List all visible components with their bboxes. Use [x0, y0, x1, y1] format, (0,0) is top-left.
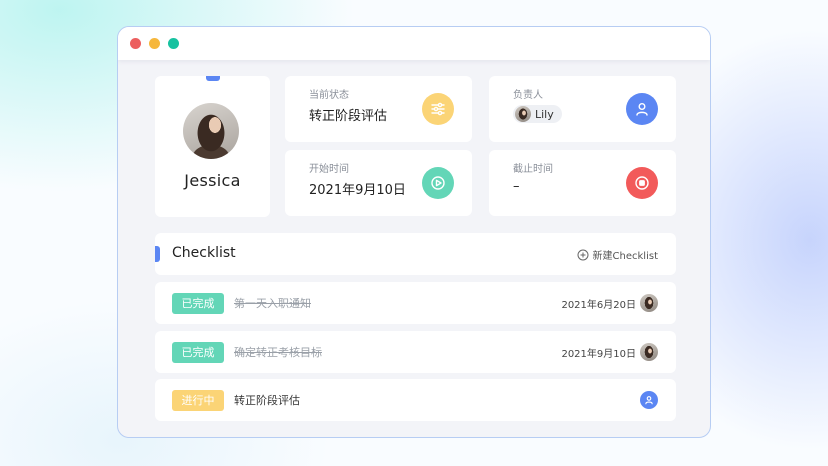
deadline-card: 截止时间 – [489, 150, 676, 216]
checklist-accent-bar [155, 246, 160, 262]
start-button[interactable] [422, 167, 454, 199]
new-checklist-label: 新建Checklist [592, 251, 658, 262]
task-title: 转正阶段评估 [234, 394, 300, 407]
window-titlebar [118, 27, 710, 60]
user-icon [636, 103, 648, 116]
maximize-window-button[interactable] [168, 38, 179, 49]
profile-card-tab [206, 76, 220, 81]
task-assignee-button[interactable] [640, 391, 658, 409]
task-title: 确定转正考核目标 [234, 346, 322, 359]
task-date: 2021年6月20日 [561, 300, 636, 311]
start-time-value: 2021年9月10日 [309, 183, 406, 198]
start-time-card: 开始时间 2021年9月10日 [285, 150, 472, 216]
profile-card: Jessica [155, 76, 270, 217]
deadline-value: – [513, 179, 520, 194]
user-icon [645, 396, 653, 405]
deadline-label: 截止时间 [513, 164, 553, 175]
close-window-button[interactable] [130, 38, 141, 49]
owner-avatar [515, 106, 531, 122]
status-card: 当前状态 转正阶段评估 [285, 76, 472, 142]
new-checklist-button[interactable]: 新建Checklist [577, 247, 658, 262]
task-row[interactable]: 进行中 转正阶段评估 [155, 379, 676, 421]
deadline-button[interactable] [626, 167, 658, 199]
task-row[interactable]: 已完成 确定转正考核目标 2021年9月10日 [155, 331, 676, 373]
owner-button[interactable] [626, 93, 658, 125]
profile-name: Jessica [184, 171, 241, 190]
owner-label: 负责人 [513, 90, 543, 101]
checklist-header: Checklist 新建Checklist [155, 233, 676, 275]
start-time-label: 开始时间 [309, 164, 349, 175]
owner-chip[interactable]: Lily [513, 105, 562, 123]
checklist-title: Checklist [172, 245, 236, 261]
owner-name: Lily [535, 107, 554, 121]
task-assignee-avatar [640, 343, 658, 361]
plus-circle-icon [577, 249, 589, 260]
owner-card: 负责人 Lily [489, 76, 676, 142]
profile-avatar [183, 103, 239, 159]
play-icon [431, 176, 445, 190]
task-status-badge: 已完成 [172, 293, 224, 314]
task-date: 2021年9月10日 [561, 349, 636, 360]
status-button[interactable] [422, 93, 454, 125]
minimize-window-button[interactable] [149, 38, 160, 49]
status-label: 当前状态 [309, 90, 349, 101]
task-row[interactable]: 已完成 第一天入职通知 2021年6月20日 [155, 282, 676, 324]
status-value: 转正阶段评估 [309, 109, 388, 124]
app-window: Jessica 当前状态 转正阶段评估 负责人 Lily 开始时间 2021年9… [117, 26, 711, 438]
sliders-icon [431, 102, 445, 116]
task-status-badge: 已完成 [172, 342, 224, 363]
task-status-badge: 进行中 [172, 390, 224, 411]
task-title: 第一天入职通知 [234, 297, 311, 310]
stop-icon [635, 176, 649, 190]
task-assignee-avatar [640, 294, 658, 312]
